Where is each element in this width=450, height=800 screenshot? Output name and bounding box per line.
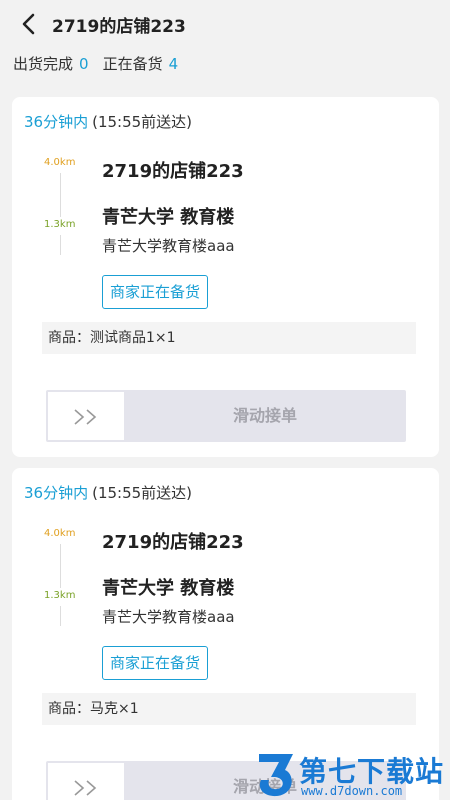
order-card[interactable]: 36分钟内 (15:55前送达) 4.0km 1.3km 2719的店铺223 青…	[12, 97, 439, 457]
dest-distance: 1.3km	[44, 590, 76, 601]
shipped-count: 0	[79, 55, 89, 73]
double-chevron-right-icon	[74, 780, 97, 796]
double-chevron-right-icon	[74, 409, 97, 425]
goods-info: 商品：马克×1	[42, 693, 416, 725]
route-line	[60, 173, 61, 217]
destination-main: 青芒大学 教育楼	[102, 207, 235, 228]
destination-detail: 青芒大学教育楼aaa	[102, 237, 235, 255]
back-arrow-icon[interactable]	[20, 13, 40, 35]
route-line	[60, 235, 61, 255]
preparing-label: 正在备货	[102, 55, 163, 73]
delivery-time: 36分钟内 (15:55前送达)	[24, 111, 192, 132]
shop-name: 2719的店铺223	[102, 161, 244, 182]
preparing-count: 4	[168, 55, 179, 73]
shop-name: 2719的店铺223	[102, 532, 244, 553]
slider-handle[interactable]	[48, 392, 124, 440]
watermark-logo-icon	[255, 750, 297, 800]
status-badge: 商家正在备货	[102, 646, 209, 680]
slider-handle[interactable]	[48, 763, 124, 800]
destination-main: 青芒大学 教育楼	[102, 578, 235, 599]
app-header: 2719的店铺223	[0, 0, 450, 48]
shipped-label: 出货完成	[13, 55, 74, 73]
slider-label: 滑动接单	[232, 406, 297, 425]
destination-detail: 青芒大学教育楼aaa	[102, 608, 235, 626]
dest-distance: 1.3km	[44, 219, 76, 230]
page-title: 2719的店铺223	[52, 17, 186, 37]
delivery-time: 36分钟内 (15:55前送达)	[24, 482, 192, 503]
route-line	[60, 606, 61, 626]
order-stats: 出货完成 0 正在备货 4	[13, 53, 178, 74]
time-window: 36分钟内	[24, 113, 89, 131]
route-line	[60, 544, 61, 588]
shop-distance: 4.0km	[44, 528, 76, 539]
arrive-by: (15:55前送达)	[92, 484, 193, 502]
shop-distance: 4.0km	[44, 157, 76, 168]
goods-info: 商品：测试商品1×1	[42, 322, 416, 354]
watermark-url: www.d7down.com	[301, 784, 403, 798]
site-watermark: 第七下载站 www.d7down.com	[255, 750, 450, 800]
time-window: 36分钟内	[24, 484, 89, 502]
slide-accept-slider[interactable]: 滑动接单	[46, 390, 406, 442]
status-badge: 商家正在备货	[102, 275, 209, 309]
arrive-by: (15:55前送达)	[92, 113, 193, 131]
